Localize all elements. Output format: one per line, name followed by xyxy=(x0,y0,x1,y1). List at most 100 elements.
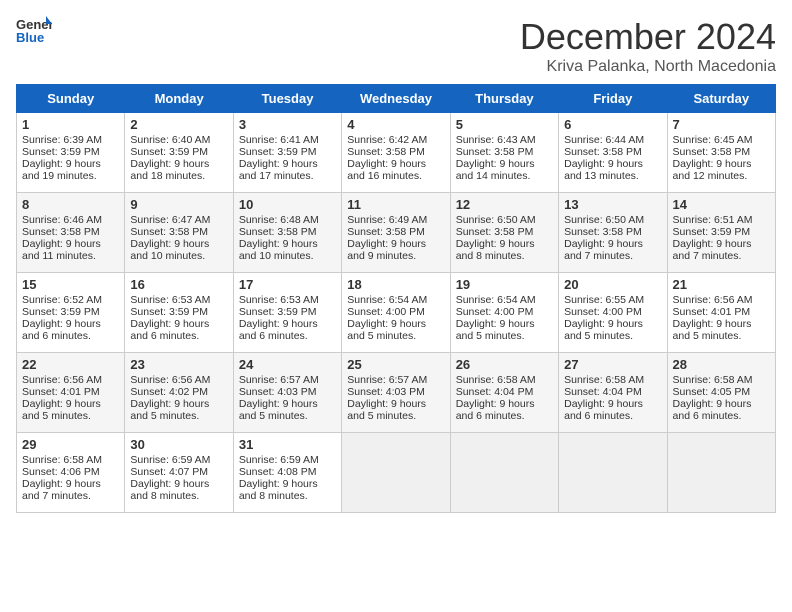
day-info-line: Daylight: 9 hours xyxy=(347,318,444,330)
day-info-line: Sunrise: 6:43 AM xyxy=(456,134,553,146)
day-info-line: Daylight: 9 hours xyxy=(22,478,119,490)
day-info-line: Daylight: 9 hours xyxy=(673,318,770,330)
day-info-line: Sunset: 4:04 PM xyxy=(564,386,661,398)
day-info-line: and 6 minutes. xyxy=(564,410,661,422)
calendar-cell: 28Sunrise: 6:58 AMSunset: 4:05 PMDayligh… xyxy=(667,353,775,433)
day-info-line: Daylight: 9 hours xyxy=(456,158,553,170)
day-info-line: and 12 minutes. xyxy=(673,170,770,182)
day-info-line: Sunset: 4:00 PM xyxy=(456,306,553,318)
day-number: 10 xyxy=(239,197,336,212)
day-info-line: and 18 minutes. xyxy=(130,170,227,182)
calendar-cell: 22Sunrise: 6:56 AMSunset: 4:01 PMDayligh… xyxy=(17,353,125,433)
calendar-cell: 1Sunrise: 6:39 AMSunset: 3:59 PMDaylight… xyxy=(17,113,125,193)
day-info-line: Daylight: 9 hours xyxy=(456,398,553,410)
day-info-line: Sunset: 4:06 PM xyxy=(22,466,119,478)
day-info-line: Sunrise: 6:50 AM xyxy=(564,214,661,226)
day-info-line: Sunrise: 6:40 AM xyxy=(130,134,227,146)
day-info-line: Daylight: 9 hours xyxy=(130,398,227,410)
day-info-line: and 5 minutes. xyxy=(456,330,553,342)
calendar-cell: 14Sunrise: 6:51 AMSunset: 3:59 PMDayligh… xyxy=(667,193,775,273)
day-info-line: and 16 minutes. xyxy=(347,170,444,182)
day-info-line: Daylight: 9 hours xyxy=(239,318,336,330)
day-number: 25 xyxy=(347,357,444,372)
day-number: 14 xyxy=(673,197,770,212)
day-info-line: Daylight: 9 hours xyxy=(130,318,227,330)
day-info-line: Sunset: 3:58 PM xyxy=(130,226,227,238)
header: General Blue December 2024 Kriva Palanka… xyxy=(16,16,776,76)
day-number: 1 xyxy=(22,117,119,132)
day-info-line: Daylight: 9 hours xyxy=(22,158,119,170)
calendar-cell: 12Sunrise: 6:50 AMSunset: 3:58 PMDayligh… xyxy=(450,193,558,273)
day-info-line: and 10 minutes. xyxy=(239,250,336,262)
day-info-line: Sunrise: 6:53 AM xyxy=(239,294,336,306)
day-info-line: and 6 minutes. xyxy=(22,330,119,342)
day-info-line: and 5 minutes. xyxy=(347,410,444,422)
day-of-week-header: Wednesday xyxy=(342,85,450,113)
day-number: 15 xyxy=(22,277,119,292)
day-number: 18 xyxy=(347,277,444,292)
day-number: 9 xyxy=(130,197,227,212)
day-info-line: Sunrise: 6:56 AM xyxy=(22,374,119,386)
day-number: 17 xyxy=(239,277,336,292)
day-info-line: Sunrise: 6:56 AM xyxy=(130,374,227,386)
day-info-line: and 7 minutes. xyxy=(22,490,119,502)
calendar-week-row: 29Sunrise: 6:58 AMSunset: 4:06 PMDayligh… xyxy=(17,433,776,513)
day-number: 30 xyxy=(130,437,227,452)
day-info-line: Sunset: 4:01 PM xyxy=(22,386,119,398)
day-info-line: Sunrise: 6:55 AM xyxy=(564,294,661,306)
day-number: 21 xyxy=(673,277,770,292)
calendar-cell: 25Sunrise: 6:57 AMSunset: 4:03 PMDayligh… xyxy=(342,353,450,433)
day-number: 5 xyxy=(456,117,553,132)
day-info-line: Sunset: 3:58 PM xyxy=(456,226,553,238)
calendar-cell xyxy=(450,433,558,513)
day-info-line: Sunrise: 6:59 AM xyxy=(239,454,336,466)
calendar-cell: 31Sunrise: 6:59 AMSunset: 4:08 PMDayligh… xyxy=(233,433,341,513)
calendar-cell: 21Sunrise: 6:56 AMSunset: 4:01 PMDayligh… xyxy=(667,273,775,353)
day-info-line: and 17 minutes. xyxy=(239,170,336,182)
day-number: 3 xyxy=(239,117,336,132)
day-info-line: Daylight: 9 hours xyxy=(564,318,661,330)
day-number: 4 xyxy=(347,117,444,132)
calendar-week-row: 1 Sunrise: 6:39 AM Sunset: 3:59 PM Daylight… xyxy=(17,113,776,193)
day-info-line: Sunset: 4:04 PM xyxy=(456,386,553,398)
calendar-cell: 27Sunrise: 6:58 AMSunset: 4:04 PMDayligh… xyxy=(559,353,667,433)
calendar-cell: 18Sunrise: 6:54 AMSunset: 4:00 PMDayligh… xyxy=(342,273,450,353)
day-info-line: Daylight: 9 hours xyxy=(456,238,553,250)
day-number: 28 xyxy=(673,357,770,372)
day-info-line: Sunset: 3:59 PM xyxy=(130,146,227,158)
calendar-cell: 15Sunrise: 6:52 AMSunset: 3:59 PMDayligh… xyxy=(17,273,125,353)
day-info-line: Sunrise: 6:39 AM xyxy=(22,134,119,146)
day-number: 24 xyxy=(239,357,336,372)
day-info-line: Sunrise: 6:50 AM xyxy=(456,214,553,226)
day-info-line: and 8 minutes. xyxy=(456,250,553,262)
day-info-line: and 6 minutes. xyxy=(239,330,336,342)
day-info-line: and 19 minutes. xyxy=(22,170,119,182)
day-info-line: and 10 minutes. xyxy=(130,250,227,262)
day-info-line: Daylight: 9 hours xyxy=(22,238,119,250)
day-of-week-header: Saturday xyxy=(667,85,775,113)
svg-text:Blue: Blue xyxy=(16,30,44,44)
day-info-line: Sunset: 4:03 PM xyxy=(347,386,444,398)
day-number: 23 xyxy=(130,357,227,372)
calendar-cell: 3Sunrise: 6:41 AMSunset: 3:59 PMDaylight… xyxy=(233,113,341,193)
day-info-line: Daylight: 9 hours xyxy=(22,318,119,330)
day-info-line: and 9 minutes. xyxy=(347,250,444,262)
calendar-cell xyxy=(342,433,450,513)
day-info-line: Sunset: 3:58 PM xyxy=(239,226,336,238)
day-number: 2 xyxy=(130,117,227,132)
day-number: 31 xyxy=(239,437,336,452)
calendar-cell: 10Sunrise: 6:48 AMSunset: 3:58 PMDayligh… xyxy=(233,193,341,273)
day-info-line: Sunrise: 6:44 AM xyxy=(564,134,661,146)
day-info-line: Daylight: 9 hours xyxy=(239,478,336,490)
calendar-cell: 20Sunrise: 6:55 AMSunset: 4:00 PMDayligh… xyxy=(559,273,667,353)
day-number: 13 xyxy=(564,197,661,212)
day-number: 16 xyxy=(130,277,227,292)
day-number: 8 xyxy=(22,197,119,212)
calendar-cell: 8Sunrise: 6:46 AMSunset: 3:58 PMDaylight… xyxy=(17,193,125,273)
day-info-line: Sunrise: 6:48 AM xyxy=(239,214,336,226)
calendar-cell: 6Sunrise: 6:44 AMSunset: 3:58 PMDaylight… xyxy=(559,113,667,193)
day-info-line: Sunset: 4:03 PM xyxy=(239,386,336,398)
calendar-cell: 5Sunrise: 6:43 AMSunset: 3:58 PMDaylight… xyxy=(450,113,558,193)
day-info-line: and 6 minutes. xyxy=(673,410,770,422)
day-info-line: Sunrise: 6:58 AM xyxy=(673,374,770,386)
